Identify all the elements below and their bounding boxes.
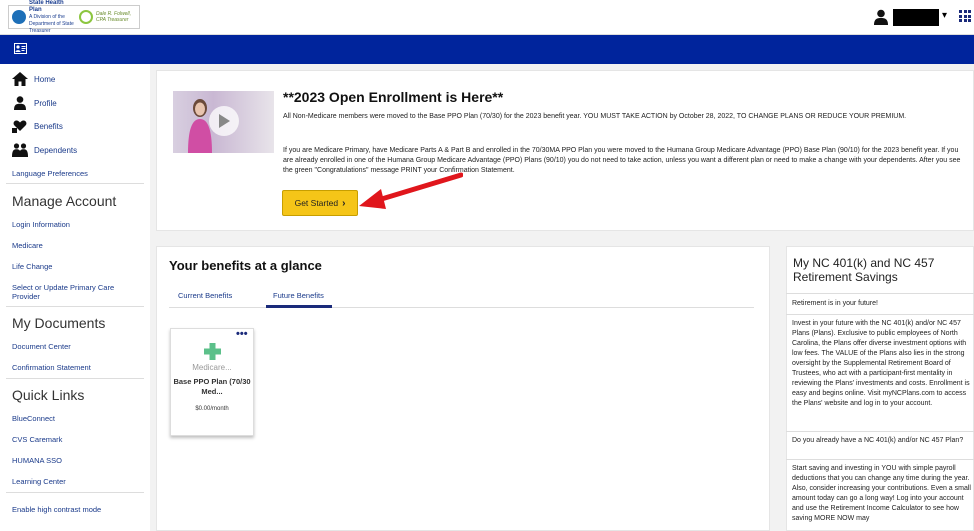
id-card-icon[interactable] (14, 43, 27, 54)
enrollment-title: **2023 Open Enrollment is Here** (283, 89, 504, 105)
sidebar-divider (6, 306, 144, 307)
user-name-redacted[interactable] (893, 9, 939, 26)
more-options-icon[interactable]: ••• (236, 329, 248, 340)
sidebar-divider (6, 378, 144, 379)
quick-links-heading: Quick Links (12, 387, 85, 403)
active-tab-indicator (266, 305, 332, 308)
sidebar-item-benefits[interactable]: Benefits (12, 119, 63, 133)
chevron-right-icon: › (342, 197, 346, 209)
sidebar-item-home[interactable]: Home (12, 72, 55, 86)
sidebar-link-medicare[interactable]: Medicare (12, 241, 43, 250)
sidebar-item-label: Benefits (34, 121, 63, 131)
sidebar-divider (6, 492, 144, 493)
user-icon[interactable] (874, 9, 888, 25)
retirement-tagline: Retirement is in your future! (792, 300, 878, 307)
play-icon[interactable] (209, 106, 239, 136)
chevron-down-icon[interactable]: ▾ (942, 10, 947, 21)
sidebar-item-label: Home (34, 74, 56, 84)
sidebar-link-login-information[interactable]: Login Information (12, 220, 70, 229)
tab-future-benefits[interactable]: Future Benefits (273, 291, 324, 300)
retirement-divider (786, 293, 974, 294)
my-documents-heading: My Documents (12, 315, 106, 331)
logo-cobrand: Dale R. Folwell, CPA Treasurer (96, 11, 132, 23)
tab-current-benefits[interactable]: Current Benefits (178, 291, 232, 300)
sidebar-link-document-center[interactable]: Document Center (12, 342, 71, 351)
tabs-divider (169, 307, 754, 308)
retirement-divider (786, 431, 974, 432)
get-started-label: Get Started (294, 198, 339, 208)
enrollment-video-thumbnail[interactable] (173, 91, 274, 153)
sidebar-link-blueconnect[interactable]: BlueConnect (12, 414, 55, 423)
sidebar-item-label: Dependents (34, 145, 78, 155)
retirement-title: My NC 401(k) and NC 457 Retirement Savin… (793, 256, 935, 284)
logo-title: State Health Plan (29, 0, 64, 13)
sidebar-link-primary-care-provider[interactable]: Select or Update Primary Care Provider (12, 283, 142, 301)
sidebar-item-profile[interactable]: Profile (12, 96, 57, 110)
treasurer-seal-icon (79, 10, 93, 24)
logo-seal-icon (12, 10, 26, 24)
sidebar-link-life-change[interactable]: Life Change (12, 262, 52, 271)
heart-hands-icon (12, 119, 28, 133)
retirement-paragraph: Start saving and investing in YOU with s… (792, 465, 971, 522)
sidebar-item-dependents[interactable]: Dependents (12, 143, 77, 157)
medical-cross-icon (204, 343, 221, 360)
red-arrow-annotation (359, 172, 463, 209)
retirement-divider (786, 459, 974, 460)
sidebar-item-label: Profile (34, 98, 57, 108)
benefits-title: Your benefits at a glance (169, 258, 322, 273)
state-health-plan-logo[interactable]: State Health Plan A Division of the Depa… (8, 0, 140, 34)
logo-subtitle: A Division of the Department of State Tr… (29, 13, 74, 34)
retirement-divider (786, 314, 974, 315)
retirement-paragraph: Invest in your future with the NC 401(k)… (792, 320, 970, 407)
apps-grid-icon[interactable] (959, 10, 971, 22)
enrollment-paragraph: All Non-Medicare members were moved to t… (283, 113, 907, 120)
sidebar-divider (6, 183, 144, 184)
plan-name: Base PPO Plan (70/30 Med... (173, 377, 251, 396)
home-icon (12, 72, 28, 86)
person-icon (12, 96, 28, 110)
sidebar-link-cvs-caremark[interactable]: CVS Caremark (12, 435, 62, 444)
retirement-question: Do you already have a NC 401(k) and/or N… (792, 437, 964, 444)
high-contrast-toggle[interactable]: Enable high contrast mode (12, 505, 101, 514)
sidebar-link-humana-sso[interactable]: HUMANA SSO (12, 456, 62, 465)
plan-price: $0.00/month (195, 406, 229, 412)
sidebar-link-confirmation-statement[interactable]: Confirmation Statement (12, 363, 91, 372)
plan-type: Medicare... (192, 363, 232, 372)
nav-band (0, 35, 974, 64)
people-icon (12, 143, 28, 157)
get-started-button[interactable]: Get Started › (282, 190, 358, 216)
sidebar-link-learning-center[interactable]: Learning Center (12, 477, 66, 486)
sidebar-link-language-preferences[interactable]: Language Preferences (12, 169, 88, 178)
manage-account-heading: Manage Account (12, 193, 117, 209)
top-bar (0, 0, 974, 35)
